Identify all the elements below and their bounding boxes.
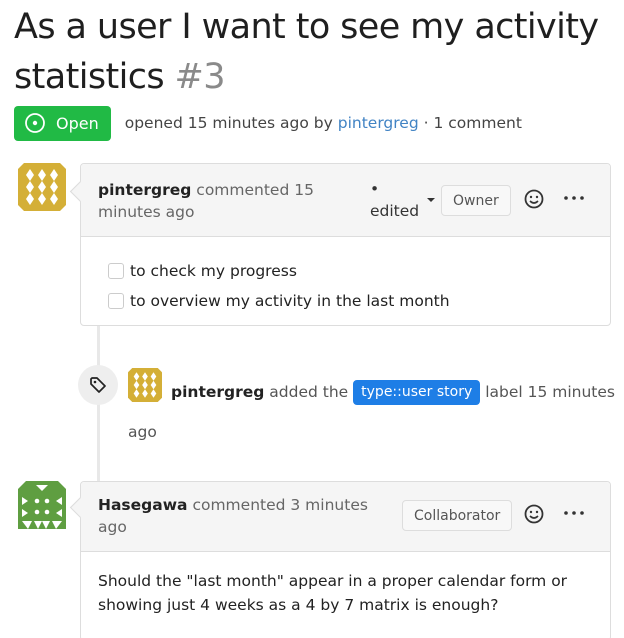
edited-dropdown[interactable]: • edited [370,178,419,222]
event-actor[interactable]: pintergreg [171,383,264,401]
comment-header: Hasegawa commented 3 minutes ago Collabo… [81,482,610,552]
issue-state-badge: Open [14,105,111,141]
smiley-icon[interactable] [523,503,545,525]
comment-body: Should the "last month" appear in a prop… [81,552,610,638]
task-item: to check my progress [98,256,593,286]
tag-icon [90,377,106,393]
issue-open-icon [25,113,45,133]
role-badge: Collaborator [402,500,513,531]
edited-bullet: • [370,180,380,198]
avatar-hasegawa[interactable] [18,481,66,529]
comment-body: to check my progress to overview my acti… [81,237,610,325]
issue-number: #3 [174,57,226,97]
task-checkbox[interactable] [108,293,124,309]
event-icon-badge [78,365,118,405]
ellipsis-icon[interactable] [562,193,586,203]
ellipsis-icon[interactable] [562,508,586,518]
edited-label: edited [370,202,420,220]
issue-title: As a user I want to see my activity stat… [14,2,624,102]
task-item: to overview my activity in the last mont… [98,286,593,316]
comment-header: pintergreg commented 15 minutes ago • ed… [81,164,610,237]
issue-state-label: Open [56,113,99,133]
avatar-pintergreg[interactable] [18,163,66,211]
task-label: to check my progress [130,262,297,280]
comment-header-text: Hasegawa commented 3 minutes ago [98,494,388,538]
label-pill[interactable]: type::user story [353,380,481,405]
smiley-icon[interactable] [523,188,545,210]
comment-hasegawa: Hasegawa commented 3 minutes ago Collabo… [80,481,611,638]
comment-count: 1 comment [433,114,522,132]
task-label: to overview my activity in the last mont… [130,292,450,310]
issue-state-row: Open opened 15 minutes ago by pintergreg… [14,105,522,141]
event-text: pintergreg added the type::user story la… [128,372,618,452]
comment-author[interactable]: Hasegawa [98,496,188,514]
label-event: pintergreg added the type::user story la… [78,365,624,445]
task-checkbox[interactable] [108,263,124,279]
role-badge: Owner [441,185,511,216]
comment-pintergreg: pintergreg commented 15 minutes ago • ed… [80,163,611,326]
opened-text: opened 15 minutes ago by [124,114,333,132]
issue-title-text: As a user I want to see my activity stat… [14,7,599,97]
comment-header-text: pintergreg commented 15 minutes ago [98,179,338,223]
comment-text: Should the "last month" appear in a prop… [98,572,568,614]
issue-author-link[interactable]: pintergreg [338,114,419,132]
comment-author[interactable]: pintergreg [98,181,191,199]
issue-meta: opened 15 minutes ago by pintergreg · 1 … [125,114,522,132]
meta-separator: · [423,114,429,132]
caret-down-icon[interactable] [427,198,435,202]
event-action-before: added the [269,383,349,401]
